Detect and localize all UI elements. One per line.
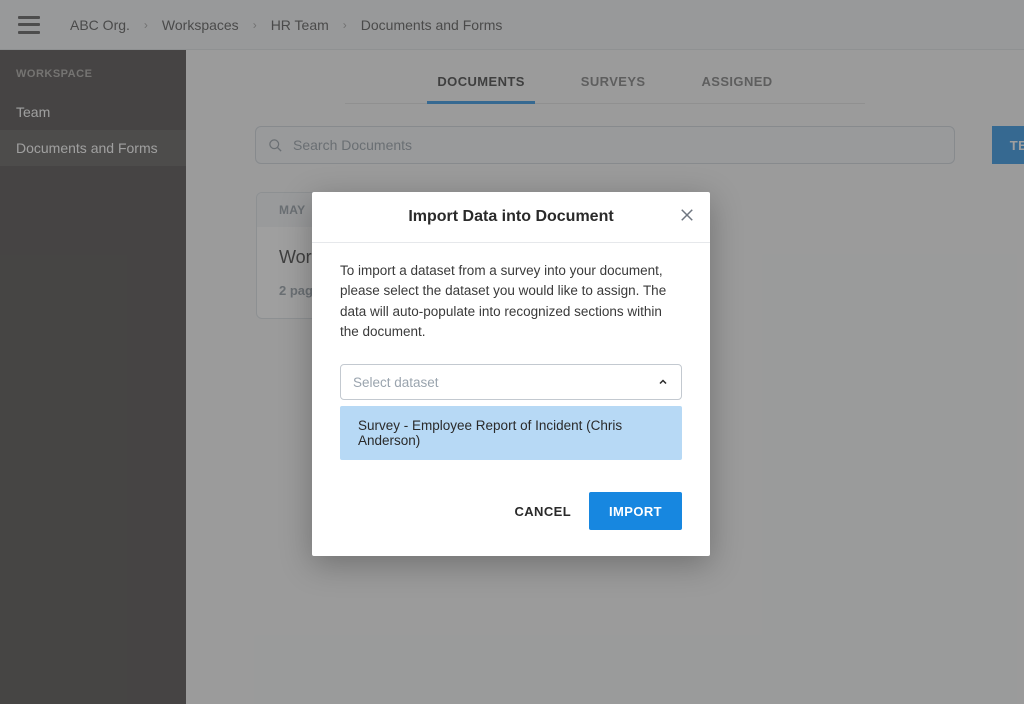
dataset-option[interactable]: Survey - Employee Report of Incident (Ch… (340, 406, 682, 460)
chevron-up-icon (657, 376, 669, 388)
import-modal: Import Data into Document To import a da… (312, 192, 710, 556)
select-placeholder: Select dataset (353, 375, 439, 390)
import-button[interactable]: IMPORT (589, 492, 682, 530)
close-icon[interactable] (678, 206, 696, 224)
modal-description: To import a dataset from a survey into y… (340, 261, 682, 342)
dataset-select[interactable]: Select dataset (340, 364, 682, 400)
modal-title: Import Data into Document (408, 208, 613, 226)
cancel-button[interactable]: CANCEL (514, 504, 571, 519)
